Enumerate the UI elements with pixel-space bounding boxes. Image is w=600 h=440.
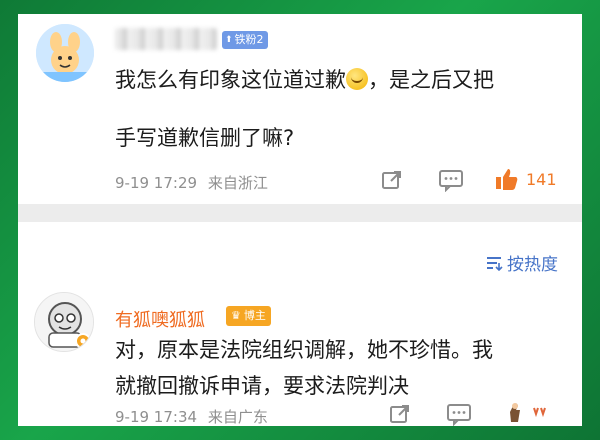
like-icon (496, 169, 518, 190)
like-icon (510, 403, 546, 422)
fan-badge[interactable]: ⬆ 铁粉2 (222, 31, 268, 49)
owner-badge: ♛ 博主 (226, 306, 271, 326)
like-count: 141 (526, 169, 557, 189)
like-button[interactable] (506, 400, 554, 426)
crown-icon: ♛ (231, 309, 241, 322)
sort-icon (487, 256, 503, 271)
share-button[interactable] (380, 168, 404, 192)
comment-panel: ⬆ 铁粉2 我怎么有印象这位道过歉 ，是之后又把 手写道歉信删了嘛? 9-19 1… (18, 14, 582, 426)
comment-button[interactable] (438, 168, 464, 192)
comment-text-line: 对，原本是法院组织调解，她不珍惜。我 (115, 338, 493, 362)
emoji-icon (346, 68, 368, 90)
divider (18, 204, 582, 222)
share-icon (390, 405, 409, 423)
comment-text: 我怎么有印象这位道过歉 ，是之后又把 (115, 62, 565, 98)
comment-text-line2: 手写道歉信删了嘛? (115, 126, 295, 150)
comment-meta: 9-19 17:29 来自浙江 (115, 172, 268, 193)
sort-toggle[interactable]: 按热度 (485, 250, 558, 275)
comment-location: 来自广东 (207, 408, 268, 426)
comment-meta: 9-19 17:34 来自广东 (115, 406, 268, 426)
fan-badge-icon: ⬆ (225, 35, 233, 45)
comment-card: ⬆ 铁粉2 我怎么有印象这位道过歉 ，是之后又把 手写道歉信删了嘛? 9-19 1… (18, 14, 582, 204)
sort-label: 按热度 (507, 255, 558, 275)
comment-icon (447, 404, 471, 426)
comment-text-line: 我怎么有印象这位道过歉 (115, 68, 346, 92)
username[interactable]: 有狐噢狐狐 (115, 306, 205, 332)
owner-badge-label: 博主 (243, 309, 266, 322)
comment-text-line: ，是之后又把 (368, 68, 494, 92)
like-button[interactable]: 141 (494, 166, 557, 192)
username-blurred[interactable] (115, 28, 217, 50)
comment-button[interactable] (446, 402, 472, 426)
avatar[interactable] (36, 24, 94, 82)
share-icon (382, 171, 401, 189)
comment-time: 9-19 17:34 (115, 408, 198, 426)
avatar[interactable] (34, 292, 94, 352)
comment-icon (439, 170, 463, 192)
comment-text-line: 就撤回撤诉申请，要求法院判决 (115, 374, 409, 398)
fan-badge-label: 铁粉2 (234, 33, 264, 46)
comment-card: 按热度 有狐噢狐狐 ♛ 博主 对，原本是法院组织调解，她不珍惜。我 就撤回撤诉申… (18, 222, 582, 426)
comment-location: 来自浙江 (207, 174, 268, 192)
share-button[interactable] (388, 402, 412, 426)
comment-time: 9-19 17:29 (115, 174, 198, 192)
comment-text: 对，原本是法院组织调解，她不珍惜。我 就撤回撤诉申请，要求法院判决 (115, 332, 567, 404)
